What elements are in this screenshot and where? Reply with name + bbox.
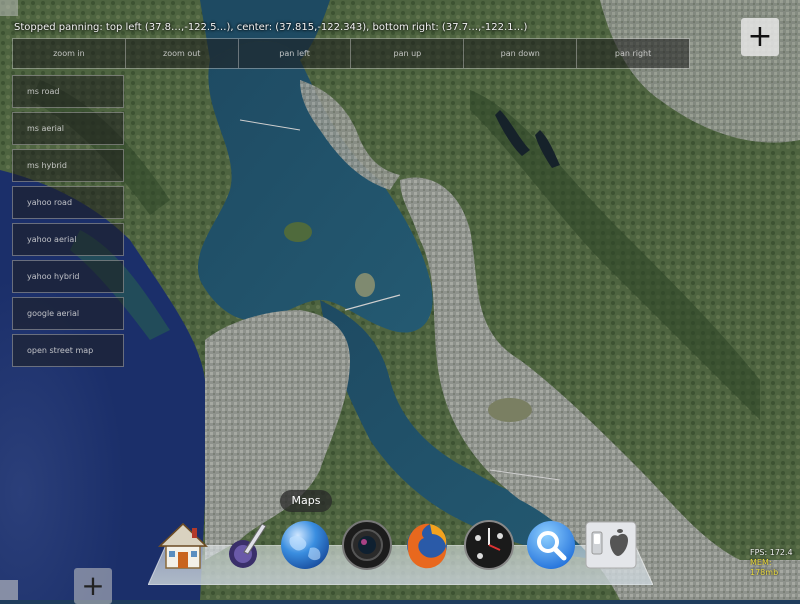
- pan-down-button[interactable]: pan down: [464, 39, 578, 68]
- map-layer-list: ms road ms aerial ms hybrid yahoo road y…: [12, 75, 124, 371]
- dock: [156, 518, 646, 582]
- quill-icon[interactable]: [216, 518, 270, 572]
- spotlight-search-icon[interactable]: [524, 518, 578, 572]
- dock-tooltip: Maps: [280, 490, 332, 512]
- camera-icon[interactable]: [340, 518, 394, 572]
- add-button-bottom-left[interactable]: +: [74, 568, 112, 604]
- pan-up-button[interactable]: pan up: [351, 39, 465, 68]
- fps-readout: FPS: 172.4: [750, 548, 793, 557]
- layer-google-aerial-button[interactable]: google aerial: [12, 297, 124, 330]
- layer-ms-hybrid-button[interactable]: ms hybrid: [12, 149, 124, 182]
- layer-yahoo-hybrid-button[interactable]: yahoo hybrid: [12, 260, 124, 293]
- layer-ms-aerial-button[interactable]: ms aerial: [12, 112, 124, 145]
- corner-tab-bottom-left: [0, 580, 18, 600]
- pan-right-button[interactable]: pan right: [577, 39, 689, 68]
- pan-left-button[interactable]: pan left: [238, 39, 352, 68]
- apple-switch-icon[interactable]: [584, 518, 638, 572]
- clock-dashboard-icon[interactable]: [462, 518, 516, 572]
- globe-icon[interactable]: [278, 518, 332, 572]
- add-button-top-right[interactable]: +: [741, 18, 779, 56]
- zoom-in-button[interactable]: zoom in: [13, 39, 126, 68]
- zoom-out-button[interactable]: zoom out: [125, 39, 239, 68]
- layer-open-street-map-button[interactable]: open street map: [12, 334, 124, 367]
- plus-icon: +: [747, 19, 773, 54]
- memory-readout: MEM: 178mb: [750, 558, 779, 577]
- layer-yahoo-aerial-button[interactable]: yahoo aerial: [12, 223, 124, 256]
- layer-ms-road-button[interactable]: ms road: [12, 75, 124, 108]
- home-icon[interactable]: [156, 518, 210, 572]
- panning-status-text: Stopped panning: top left (37.8…,-122.5……: [14, 22, 528, 33]
- firefox-icon[interactable]: [400, 518, 454, 572]
- corner-tab-top-left: [0, 0, 18, 16]
- performance-stats: FPS: 172.4 MEM: 178mb: [750, 548, 800, 578]
- layer-yahoo-road-button[interactable]: yahoo road: [12, 186, 124, 219]
- navigation-toolbar: zoom in zoom out pan left pan up pan dow…: [12, 38, 690, 69]
- plus-icon: +: [81, 569, 105, 602]
